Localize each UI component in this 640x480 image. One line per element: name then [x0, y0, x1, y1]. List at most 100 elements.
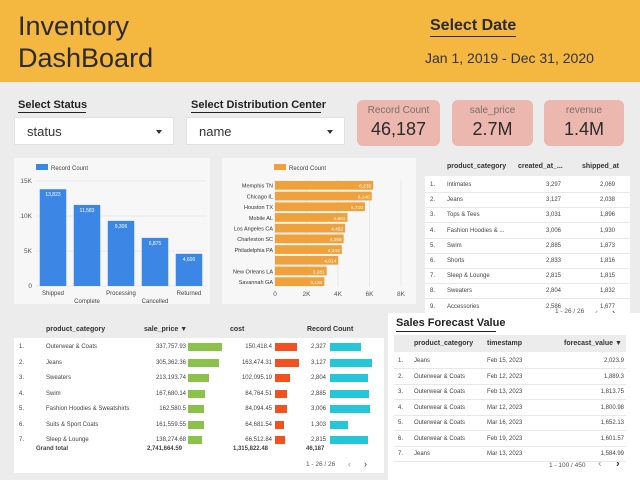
status-dropdown[interactable]: status: [14, 117, 174, 145]
bar-value-label: 3,281: [313, 269, 325, 275]
category-cell: Sleep & Lounge: [447, 273, 490, 280]
cost-cell: 163,474.31: [241, 359, 272, 366]
row-number: 1.: [19, 344, 25, 350]
category-cell: Swim: [447, 242, 462, 249]
chevron-left-icon[interactable]: ‹: [348, 459, 351, 469]
table-row[interactable]: 4. Fashion Hoodies & ... 3,006 1,930: [425, 224, 630, 239]
table-row[interactable]: 6. Shorts 2,833 1,816: [425, 254, 630, 269]
dc-dropdown[interactable]: name: [186, 117, 345, 145]
bar[interactable]: [39, 189, 67, 286]
bar[interactable]: [73, 204, 101, 286]
x-tick-label: Processing: [106, 291, 136, 297]
category-cell: Jeans: [414, 451, 431, 457]
y-tick-label: Mobile AL: [249, 216, 273, 222]
category-cell: Jeans: [447, 197, 464, 204]
table-row[interactable]: 1. Intimates 3,297 2,069: [425, 178, 630, 193]
created-cell: 2,804: [545, 288, 561, 295]
table-row[interactable]: 3. Sweaters 213,193.74 102,095.19 2,804: [14, 371, 384, 386]
bar[interactable]: [107, 220, 135, 286]
table-row[interactable]: 3. Outerwear & Coats Feb 13, 2023 1,813.75: [394, 385, 626, 400]
column-header[interactable]: product_category: [447, 163, 506, 170]
record-count-bar: [330, 343, 362, 351]
table-row[interactable]: 4. Swim 167,680.14 84,764.51 2,885: [14, 387, 384, 402]
created-cell: 2,815: [545, 273, 561, 280]
row-number: 7.: [430, 273, 436, 280]
y-tick-label: Philadelphia PA: [235, 248, 274, 254]
table-row[interactable]: 3. Tops & Tees 3,031 1,896: [425, 208, 630, 224]
forecast-value-cell: 1,889.3: [603, 373, 624, 380]
timestamp-cell: Mar 13, 2023: [487, 451, 523, 457]
bar-value-label: 4,358: [330, 237, 342, 243]
table-row[interactable]: 6. Outerwear & Coats Feb 19, 2023 1,601.57: [394, 432, 626, 447]
column-header[interactable]: cost: [230, 326, 244, 333]
status-label-underline: [18, 112, 86, 113]
table-row[interactable]: 2. Jeans 305,362.36 163,474.31 3,127: [14, 356, 384, 371]
table-row[interactable]: 2. Outerwear & Coats Feb 12, 2023 1,889.3: [394, 370, 626, 385]
column-header[interactable]: Record Count: [307, 326, 353, 333]
row-number: 8.: [430, 288, 436, 295]
page-title: Inventory DashBoard: [18, 10, 218, 74]
chevron-right-icon[interactable]: ›: [364, 459, 367, 469]
shipped-cell: 1,816: [599, 258, 615, 264]
table-row[interactable]: 4. Outerwear & Coats Mar 12, 2023 1,800.98: [394, 401, 626, 416]
kpi-revenue: revenue 1.4M: [544, 100, 624, 146]
record-count-cell: 2,327: [311, 344, 327, 350]
sale-price-bar: [188, 405, 205, 413]
column-header[interactable]: product_category: [46, 326, 105, 333]
table-row[interactable]: 7. Sleep & Lounge 2,815 1,815: [425, 269, 630, 285]
forecast-value-cell: 2,023.9: [603, 358, 624, 364]
table-row[interactable]: 8. Sweaters 2,804 1,832: [425, 284, 630, 300]
bar-value-label: 4,452: [331, 227, 343, 233]
pagination-text: 1 - 100 / 450: [549, 462, 586, 469]
category-cell: Outerwear & Coats: [414, 404, 466, 411]
row-divider: [394, 461, 626, 462]
table-row[interactable]: 5. Swim 2,885 1,873: [425, 239, 630, 254]
sale-price-bar: [188, 374, 210, 382]
legend-label: Record Count: [289, 166, 326, 172]
category-cell: Sweaters: [447, 288, 473, 295]
y-tick-label: New Orleans LA: [233, 269, 273, 275]
table-row[interactable]: 1. Jeans Feb 15, 2023 2,023.9: [394, 354, 626, 369]
kpi-value: 2.7M: [472, 119, 513, 139]
row-number: 7.: [19, 437, 25, 443]
forecast-panel: Sales Forecast Value product_category ti…: [388, 313, 640, 480]
category-cell: Outerwear & Coats: [414, 420, 466, 426]
column-header[interactable]: product_category: [414, 340, 473, 347]
table-row[interactable]: 5. Outerwear & Coats Mar 16, 2023 1,652.13: [394, 416, 626, 431]
column-header[interactable]: shipped_at: [582, 163, 619, 170]
bar-value-label: 4,601: [333, 216, 345, 222]
column-header[interactable]: forecast_value ▼: [564, 340, 622, 347]
column-header[interactable]: sale_price ▼: [144, 326, 187, 333]
column-header[interactable]: timestamp: [487, 340, 522, 347]
forecast-title-text: Sales Forecast Value: [396, 317, 506, 329]
table-row[interactable]: 7. Jeans Mar 13, 2023 1,584.99: [394, 447, 626, 462]
cost-cell: 84,094.45: [245, 406, 272, 412]
dc-chart-panel: Record Count 0 2K 4K 6K 8K 6,235 Memphis TN 6,14…: [222, 158, 416, 304]
table-row[interactable]: 7. Sleep & Lounge 138,274.68 66,512.84 2,815: [14, 433, 384, 448]
category-cell: Suits & Sport Coats: [46, 421, 99, 428]
column-header[interactable]: created_at_...: [518, 163, 563, 170]
row-number: 1.: [398, 358, 404, 364]
chevron-down-icon: [156, 130, 162, 134]
cost-cell: 102,095.19: [241, 375, 272, 381]
timestamp-cell: Feb 19, 2023: [487, 435, 523, 442]
chevron-down-icon: [327, 130, 333, 134]
row-number: 7.: [398, 451, 404, 457]
table-row[interactable]: 2. Jeans 3,127 2,038: [425, 193, 630, 209]
bar-value-label: 6,235: [359, 184, 371, 190]
cost-bar: [275, 358, 299, 367]
y-tick-label: Chicago IL: [247, 194, 273, 200]
y-tick-label: Charleston SC: [237, 237, 273, 243]
table-row[interactable]: 5. Fashion Hoodies & Sweatshirts 162,580.5…: [14, 402, 384, 417]
table-row[interactable]: 1. Outerwear & Coats 337,757.93 150,418.4 2,…: [14, 340, 384, 355]
dc-dropdown-value: name: [199, 124, 232, 139]
date-range-picker[interactable]: Jan 1, 2019 - Dec 31, 2020: [425, 50, 594, 66]
record-count-bar: [330, 374, 368, 382]
status-filter-label: Select Status: [18, 99, 87, 113]
shipped-cell: 1,873: [599, 242, 615, 249]
x-tick-label: 6K: [366, 291, 375, 298]
table-row[interactable]: 6. Suits & Sport Coats 161,559.55 64,681.54…: [14, 418, 384, 433]
record-count-cell: 3,127: [311, 359, 327, 366]
bar-value-label: 6,140: [358, 194, 370, 200]
x-tick-label: 2K: [303, 291, 312, 298]
